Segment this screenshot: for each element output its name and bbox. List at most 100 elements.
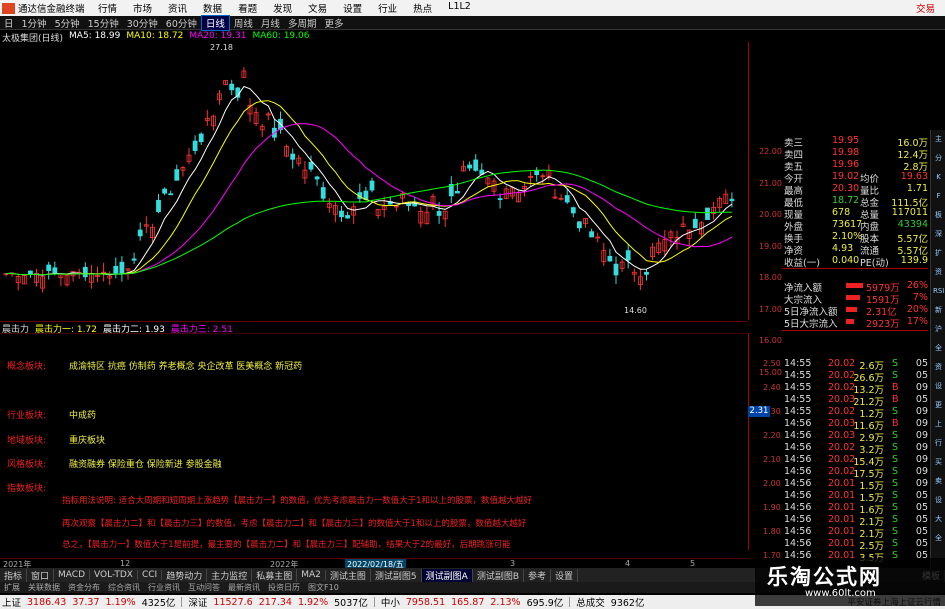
sidebar-icon[interactable]: 新 — [933, 305, 944, 316]
period-button[interactable]: 5分钟 — [51, 16, 84, 30]
trade-button[interactable]: 交易 — [916, 1, 935, 15]
indicator-tab[interactable]: 趋势动力 — [162, 568, 208, 582]
tick-row: 14:55 20.02 1.2万 S 09 — [784, 406, 928, 420]
period-button[interactable]: 日 — [0, 16, 18, 30]
tick-row: 14:56 20.01 1.5万 S 09 — [784, 478, 928, 492]
indicator-tab[interactable]: MA2 — [297, 570, 326, 580]
menu-item[interactable]: 看题 — [230, 1, 265, 15]
info-tab[interactable]: 扩展 — [0, 582, 24, 593]
index-name[interactable]: 中小 — [381, 595, 400, 609]
flow-pct: 7% — [912, 292, 928, 303]
indicator-tab[interactable]: VOL-TDX — [90, 570, 138, 580]
candle-body — [473, 159, 479, 171]
period-button[interactable]: 1分钟 — [18, 16, 51, 30]
indicator-tab[interactable]: 指标 — [0, 568, 28, 582]
menu-item[interactable]: 行业 — [370, 1, 405, 15]
tick-side: S — [892, 514, 899, 525]
sidebar-icon[interactable]: 深 — [933, 229, 944, 240]
sidebar-icon[interactable]: 买 — [933, 457, 944, 468]
menu-item[interactable]: 市场 — [125, 1, 160, 15]
menu-item[interactable]: 发现 — [265, 1, 300, 15]
menu-item[interactable]: 热点 — [405, 1, 440, 15]
menu-item[interactable]: 数据 — [195, 1, 230, 15]
sidebar-icon[interactable]: 扩 — [933, 248, 944, 259]
candle-body — [119, 261, 125, 274]
sidebar-icon[interactable]: 设 — [933, 495, 944, 506]
price-tick: 17.00 — [759, 304, 782, 314]
sidebar-icon[interactable]: F — [933, 191, 944, 202]
menu-item[interactable]: 设置 — [335, 1, 370, 15]
candle-body — [692, 218, 698, 229]
sidebar-icon[interactable]: RSI — [933, 286, 944, 297]
candlestick-chart[interactable]: 27.18 14.60 — [0, 42, 748, 320]
sidebar-icon[interactable]: K — [933, 172, 944, 183]
quote-value: 2.10% — [832, 231, 863, 242]
sidebar-icon[interactable]: 沪 — [933, 324, 944, 335]
indicator-tab[interactable]: 测试副图A — [421, 568, 473, 582]
sidebar-icon[interactable]: 分 — [933, 153, 944, 164]
candle-body — [644, 271, 649, 275]
menu-item[interactable]: 资讯 — [160, 1, 195, 15]
period-button[interactable]: 60分钟 — [162, 16, 201, 30]
index-name[interactable]: 上证 — [2, 595, 21, 609]
sidebar-icon[interactable]: 卖 — [933, 476, 944, 487]
indicator-tab[interactable]: 测试副图5 — [371, 568, 422, 582]
period-button[interactable]: 月线 — [257, 16, 284, 30]
sidebar-icon[interactable]: 资 — [933, 362, 944, 373]
menu-item[interactable]: L1L2 — [440, 1, 479, 15]
period-button[interactable]: 更多 — [320, 16, 347, 30]
info-value: 融资融券 保险重仓 保险新进 参股金融 — [69, 460, 222, 470]
info-tab[interactable]: 互动问答 — [184, 582, 224, 593]
sidebar-icon[interactable]: 更 — [933, 400, 944, 411]
indicator-tab[interactable]: 主力监控 — [207, 568, 253, 582]
tick-side: S — [892, 370, 899, 381]
info-tab[interactable]: 资金分布 — [64, 582, 104, 593]
info-row: 概念板块: 成渝特区 抗癌 仿制药 养老概念 央企改革 医美概念 新冠药 — [7, 359, 302, 372]
candle-body — [564, 195, 570, 203]
indicator-tab[interactable]: 私募主图 — [252, 568, 298, 582]
info-tab[interactable]: 关联数据 — [24, 582, 64, 593]
menu-item[interactable]: 文易 — [300, 1, 335, 15]
info-tab[interactable]: 行业资讯 — [144, 582, 184, 593]
indicator-tab[interactable]: 设置 — [551, 568, 579, 582]
sidebar-icon[interactable]: 全 — [933, 343, 944, 354]
sidebar-icon[interactable]: 主 — [933, 134, 944, 145]
period-button[interactable]: 15分钟 — [84, 16, 123, 30]
tick-price: 20.01 — [828, 490, 856, 501]
total-amount: 9362亿 — [610, 598, 645, 609]
tick-price: 20.02 — [828, 466, 856, 477]
period-button[interactable]: 日线 — [200, 14, 230, 31]
tick-time: 14:55 — [784, 382, 812, 393]
sidebar-icon[interactable]: 资 — [933, 267, 944, 278]
index-name[interactable]: 深证 — [188, 595, 207, 609]
tick-price: 20.01 — [828, 538, 856, 549]
info-tab[interactable]: 综合资讯 — [104, 582, 144, 593]
tick-count: 09 — [915, 418, 928, 429]
flow-row: 5日净流入额 2.31亿 20% — [784, 304, 928, 318]
tick-time: 14:56 — [784, 466, 812, 477]
info-tab[interactable]: 投资日历 — [264, 582, 304, 593]
period-button[interactable]: 30分钟 — [123, 16, 162, 30]
index-pct: 1.19% — [105, 596, 136, 608]
sidebar-icon[interactable]: 上 — [933, 419, 944, 430]
candle-body — [454, 190, 460, 194]
indicator-tab[interactable]: 测试主图 — [326, 568, 371, 582]
indicator-panel[interactable]: 概念板块: 成渝特区 抗癌 仿制药 养老概念 央企改革 医美概念 新冠药 行业板块:… — [0, 333, 748, 550]
sidebar-icon[interactable]: 行 — [933, 438, 944, 449]
indicator-tab[interactable]: 测试副图B — [473, 568, 525, 582]
indicator-tab[interactable]: 窗口 — [27, 568, 55, 582]
period-button[interactable]: 周线 — [230, 16, 257, 30]
info-tab[interactable]: 图文F10 — [304, 582, 343, 593]
indicator-tab[interactable]: 参考 — [524, 568, 552, 582]
indicator-tab[interactable]: CCI — [138, 570, 163, 580]
sidebar-icon[interactable]: 设 — [933, 381, 944, 392]
flow-value: 2923万 — [866, 319, 900, 330]
sidebar-icon[interactable]: 板 — [933, 210, 944, 221]
indicator-tab[interactable]: MACD — [54, 570, 91, 580]
sidebar-icon[interactable]: 全 — [933, 533, 944, 544]
menu-item[interactable]: 行情 — [90, 1, 125, 15]
info-tab[interactable]: 最新资讯 — [224, 582, 264, 593]
sidebar-icon[interactable]: 大 — [933, 514, 944, 525]
tick-side: S — [892, 442, 899, 453]
period-button[interactable]: 多周期 — [284, 16, 321, 30]
